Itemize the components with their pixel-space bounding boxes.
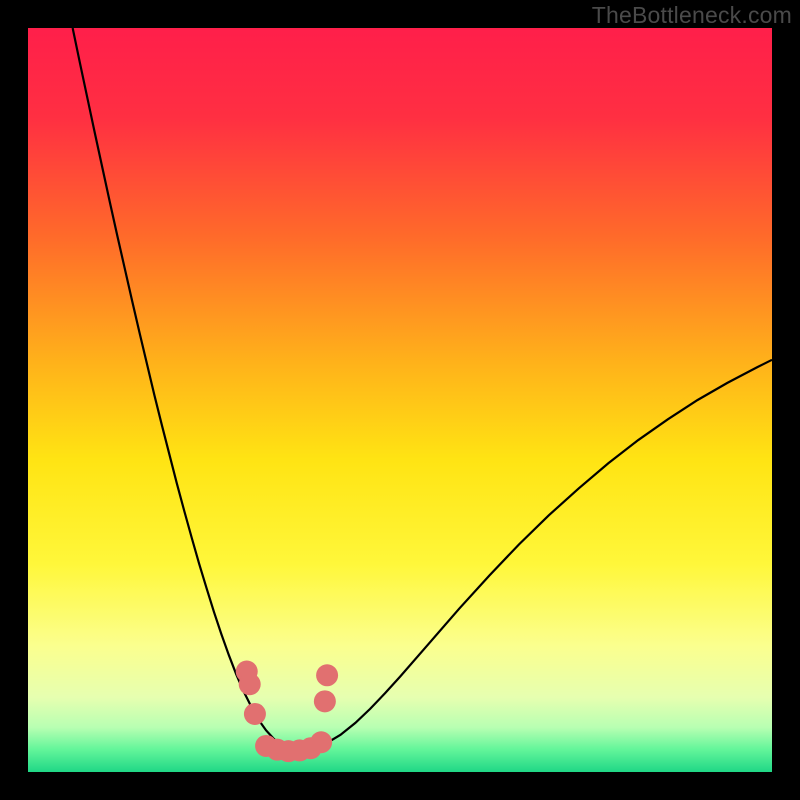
valley-marker-dot: [239, 673, 261, 695]
valley-marker-dot: [244, 703, 266, 725]
valley-marker-dot: [310, 731, 332, 753]
valley-marker-dot: [314, 690, 336, 712]
watermark-text: TheBottleneck.com: [592, 2, 792, 29]
chart-svg: [28, 28, 772, 772]
valley-marker-dot: [316, 664, 338, 686]
chart-frame: [28, 28, 772, 772]
chart-background: [28, 28, 772, 772]
